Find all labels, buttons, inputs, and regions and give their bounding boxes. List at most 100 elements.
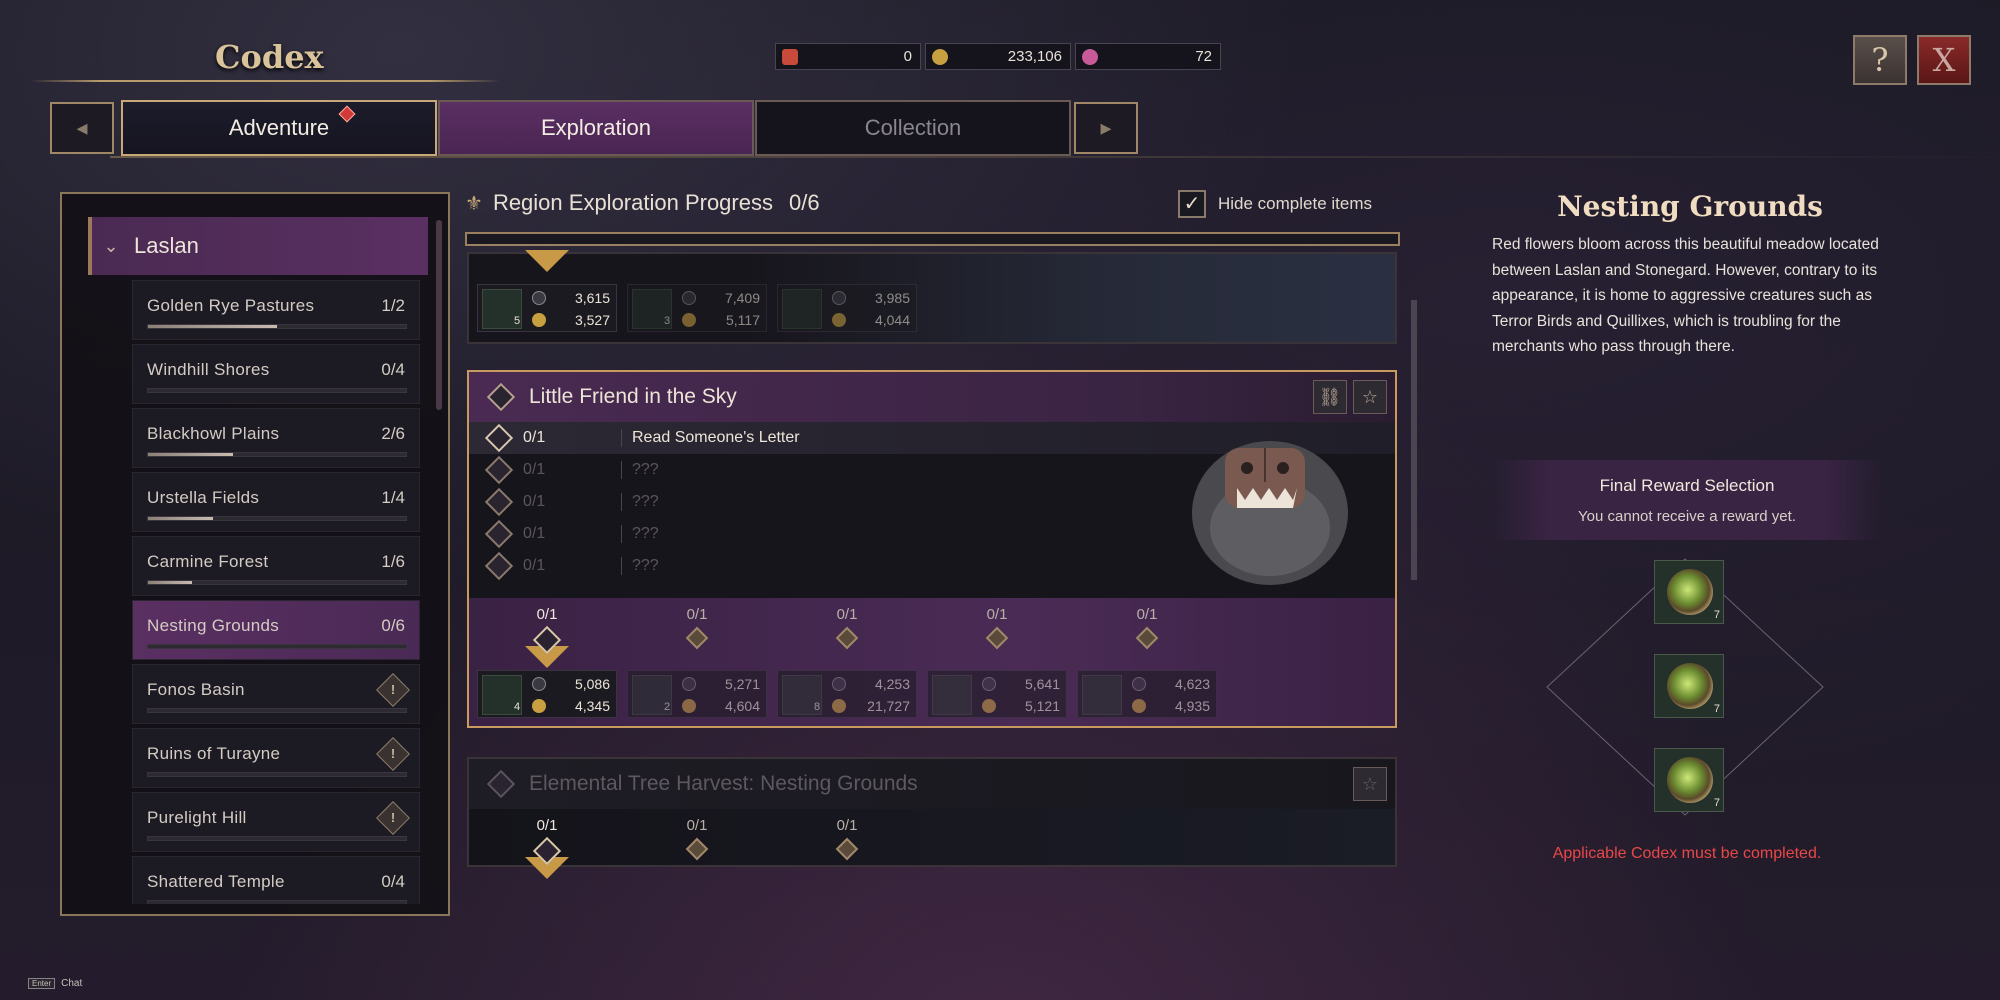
codex-card-little-friend[interactable]: Little Friend in the Sky ⛓ ☆ 0/1 Read Som… xyxy=(467,370,1397,728)
reward-item[interactable]: 4 5,086 4,345 xyxy=(477,670,617,718)
diamond-icon xyxy=(484,423,514,453)
diamond-icon xyxy=(486,769,516,799)
zone-item[interactable]: Ruins of Turayne! xyxy=(132,728,420,788)
chevron-left-icon: ◂ xyxy=(76,115,88,140)
zone-progress-bar xyxy=(147,772,407,777)
zone-progress-bar xyxy=(147,644,407,649)
task-divider xyxy=(621,461,622,479)
codex-card-previous[interactable]: 5 3,615 3,527 3 7,409 5,117 3,985 4,044 xyxy=(467,250,1397,344)
new-badge-icon xyxy=(338,105,356,123)
locked-warning-icon xyxy=(484,487,514,517)
zone-name: Fonos Basin xyxy=(147,680,245,699)
reward-item[interactable]: 4,623 4,935 xyxy=(1077,670,1217,718)
milestone-progress: 0/1 xyxy=(836,606,858,623)
favorite-button[interactable]: ☆ xyxy=(1353,767,1387,801)
zone-item[interactable]: Urstella Fields 1/4 xyxy=(132,472,420,532)
zone-item[interactable]: Nesting Grounds 0/6 xyxy=(132,600,420,660)
gold-coin-icon xyxy=(682,699,696,713)
reward-item[interactable]: 3 7,409 5,117 xyxy=(627,284,767,332)
help-button[interactable]: ? xyxy=(1853,35,1907,85)
final-reward-option-2[interactable]: 7 xyxy=(1654,654,1724,718)
reward-gold: 5,121 xyxy=(980,696,1064,716)
star-icon: ☆ xyxy=(1361,386,1379,407)
exp-icon xyxy=(682,291,696,305)
zone-item[interactable]: Purelight Hill! xyxy=(132,792,420,852)
reward-item[interactable]: 8 4,253 21,727 xyxy=(777,670,917,718)
link-button[interactable]: ⛓ xyxy=(1313,380,1347,414)
fleur-icon: ⚜ xyxy=(465,192,483,215)
zone-progress-fill xyxy=(148,581,192,584)
milestone-node-icon xyxy=(685,837,709,861)
task-name: ??? xyxy=(632,525,659,542)
milestone-node-icon xyxy=(985,626,1009,650)
zone-name: Windhill Shores xyxy=(147,360,270,379)
reward-gold: 4,345 xyxy=(530,696,614,716)
codex-card-elemental-tree[interactable]: Elemental Tree Harvest: Nesting Grounds … xyxy=(467,757,1397,879)
reward-item[interactable]: 2 5,271 4,604 xyxy=(627,670,767,718)
milestone-node-icon xyxy=(835,837,859,861)
region-scrollbar[interactable] xyxy=(436,220,442,410)
region-header-laslan[interactable]: ⌄ Laslan xyxy=(88,217,428,275)
final-reward-option-3[interactable]: 7 xyxy=(1654,748,1724,812)
tab-next-button[interactable]: ▸ xyxy=(1074,102,1138,154)
pickaxe-coin-icon xyxy=(1667,569,1713,615)
tab-exploration[interactable]: Exploration xyxy=(438,100,754,156)
hide-complete-toggle[interactable]: ✓ Hide complete items xyxy=(1178,190,1372,218)
milestone xyxy=(477,250,617,272)
task-name: ??? xyxy=(632,461,659,478)
zone-count: 1/6 xyxy=(381,552,405,571)
chat-hint[interactable]: Enter Chat xyxy=(28,978,82,989)
zone-item[interactable]: Golden Rye Pastures 1/2 xyxy=(132,280,420,340)
final-reward-option-1[interactable]: 7 xyxy=(1654,560,1724,624)
reward-exp: 3,985 xyxy=(830,288,914,308)
zone-item[interactable]: Carmine Forest 1/6 xyxy=(132,536,420,596)
zone-item[interactable]: Fonos Basin! xyxy=(132,664,420,724)
milestone: 0/1 xyxy=(477,598,617,668)
reward-item-icon xyxy=(1082,675,1122,715)
currency-bar: 0 233,106 72 xyxy=(775,43,1221,70)
zone-progress-bar xyxy=(147,900,407,904)
card-header: Elemental Tree Harvest: Nesting Grounds … xyxy=(469,759,1395,809)
zone-name: Blackhowl Plains xyxy=(147,424,280,443)
currency-gold: 233,106 xyxy=(925,43,1071,70)
title-ornament xyxy=(30,80,500,82)
zone-item[interactable]: Windhill Shores 0/4 xyxy=(132,344,420,404)
zone-item[interactable]: Blackhowl Plains 2/6 xyxy=(132,408,420,468)
exp-icon xyxy=(532,677,546,691)
tab-adventure[interactable]: Adventure xyxy=(121,100,437,156)
milestone-node-icon xyxy=(1135,626,1159,650)
milestone-track: 5 3,615 3,527 3 7,409 5,117 3,985 4,044 xyxy=(469,250,1395,342)
zone-item[interactable]: Shattered Temple 0/4 xyxy=(132,856,420,904)
exp-icon xyxy=(532,291,546,305)
gold-coin-icon xyxy=(832,313,846,327)
zone-count: 1/2 xyxy=(381,296,405,315)
milestone: 0/1 xyxy=(777,598,917,650)
close-icon: X xyxy=(1932,41,1956,79)
reward-qty: 3 xyxy=(664,315,671,327)
ring-coin-icon xyxy=(1667,757,1713,803)
reward-item[interactable]: 3,985 4,044 xyxy=(777,284,917,332)
reward-item[interactable]: 5,641 5,121 xyxy=(927,670,1067,718)
tab-collection[interactable]: Collection xyxy=(755,100,1071,156)
zone-count: 0/6 xyxy=(381,616,405,635)
favorite-button[interactable]: ☆ xyxy=(1353,380,1387,414)
help-icon: ? xyxy=(1871,41,1889,79)
zone-name: Shattered Temple xyxy=(147,872,285,891)
reward-gold: 4,935 xyxy=(1130,696,1214,716)
center-scrollbar[interactable] xyxy=(1411,300,1417,580)
zone-count: 1/4 xyxy=(381,488,405,507)
gold-coin-icon xyxy=(932,49,948,65)
tab-prev-button[interactable]: ◂ xyxy=(50,102,114,154)
locked-warning-icon xyxy=(484,519,514,549)
task-name: ??? xyxy=(632,493,659,510)
monster-illustration xyxy=(1192,441,1348,585)
checkbox-icon[interactable]: ✓ xyxy=(1178,190,1206,218)
reward-qty: 4 xyxy=(514,701,521,713)
task-progress: 0/1 xyxy=(523,493,546,510)
close-button[interactable]: X xyxy=(1917,35,1971,85)
milestone-progress: 0/1 xyxy=(1136,606,1158,623)
reward-item[interactable]: 5 3,615 3,527 xyxy=(477,284,617,332)
reward-gold: 21,727 xyxy=(830,696,914,716)
task-divider xyxy=(621,493,622,511)
flower-coin-icon xyxy=(1667,663,1713,709)
